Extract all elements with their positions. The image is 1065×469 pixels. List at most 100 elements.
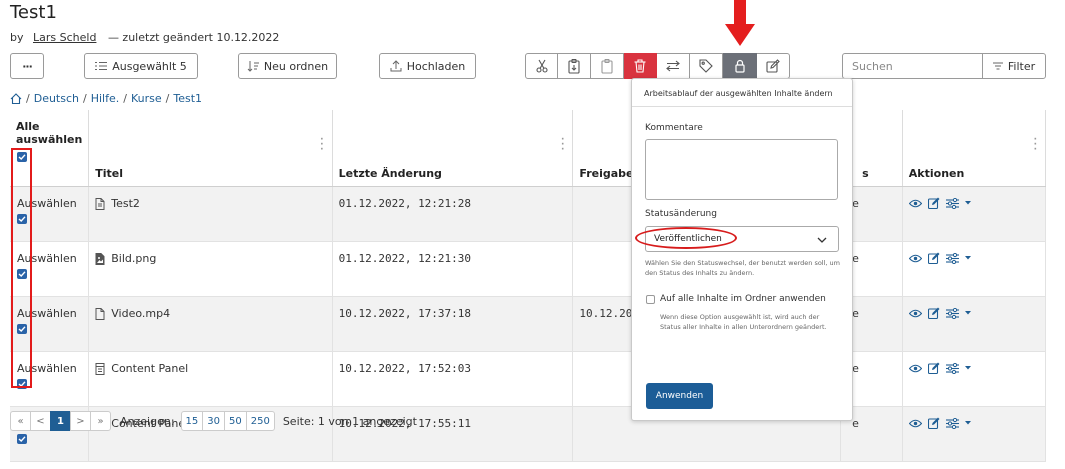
- item-title-link[interactable]: Content Panel: [111, 362, 188, 375]
- row-checkbox[interactable]: [17, 434, 27, 444]
- workflow-popup: Arbeitsablauf der ausgewählten Inhalte ä…: [631, 78, 853, 421]
- breadcrumb-item-deutsch[interactable]: Deutsch: [34, 92, 79, 105]
- page-size-30[interactable]: 30: [202, 411, 225, 431]
- caret-down-icon[interactable]: [964, 256, 971, 260]
- home-icon[interactable]: [10, 93, 22, 104]
- prev-page-button[interactable]: <: [30, 411, 51, 431]
- apply-all-checkbox[interactable]: [646, 295, 655, 304]
- settings-sliders-icon[interactable]: [945, 197, 959, 209]
- paste-button[interactable]: [591, 53, 624, 79]
- author-link[interactable]: Lars Scheld: [33, 31, 96, 44]
- workflow-state-button[interactable]: [723, 53, 757, 79]
- actions-cell: [902, 406, 1047, 462]
- caret-down-icon[interactable]: [964, 421, 971, 425]
- breadcrumb-separator: /: [26, 92, 30, 105]
- more-actions-button[interactable]: ···: [10, 53, 44, 79]
- comments-textarea[interactable]: [645, 139, 838, 200]
- caret-down-icon[interactable]: [964, 311, 971, 315]
- reorder-label: Neu ordnen: [263, 59, 329, 73]
- column-menu-icon[interactable]: · · ·: [320, 136, 323, 155]
- upload-button[interactable]: Hochladen: [379, 53, 476, 79]
- edit-icon[interactable]: [927, 197, 940, 209]
- first-page-button[interactable]: «: [10, 411, 31, 431]
- status-select[interactable]: Veröffentlichen: [645, 226, 839, 252]
- page-size-50[interactable]: 50: [224, 411, 247, 431]
- selected-items-button[interactable]: Ausgewählt 5: [84, 53, 198, 79]
- upload-label: Hochladen: [406, 59, 466, 73]
- page-size-15[interactable]: 15: [180, 411, 204, 431]
- edit-icon[interactable]: [927, 417, 940, 429]
- item-title-link[interactable]: Bild.png: [111, 252, 156, 265]
- rename-button[interactable]: [657, 53, 690, 79]
- table-row[interactable]: Auswählen Bild.png 01.12.2022, 12:21:30 e: [10, 241, 1047, 297]
- cut-button[interactable]: [525, 53, 558, 79]
- select-label: Auswählen: [17, 307, 77, 320]
- lock-icon: [734, 59, 745, 73]
- page-1-button[interactable]: 1: [50, 411, 71, 431]
- page-title: Test1: [10, 2, 57, 23]
- column-header-modified[interactable]: Letzte Änderung · · ·: [332, 110, 574, 187]
- select-all-checkbox[interactable]: [17, 152, 27, 162]
- settings-sliders-icon[interactable]: [945, 362, 959, 374]
- column-header-title[interactable]: Titel · · ·: [88, 110, 333, 187]
- apply-button[interactable]: Anwenden: [646, 383, 713, 409]
- popup-title: Arbeitsablauf der ausgewählten Inhalte ä…: [644, 89, 833, 98]
- actions-cell: [902, 241, 1047, 297]
- table-row[interactable]: Auswählen Test2 01.12.2022, 12:21:28 e: [10, 186, 1047, 242]
- breadcrumb-separator: /: [123, 92, 127, 105]
- column-header-actions: Aktionen · · ·: [902, 110, 1047, 187]
- breadcrumb-separator: /: [83, 92, 87, 105]
- column-menu-icon[interactable]: · · ·: [1034, 136, 1037, 155]
- eye-icon[interactable]: [908, 309, 922, 318]
- page-size-250[interactable]: 250: [245, 411, 275, 431]
- item-title-link[interactable]: Test2: [111, 197, 140, 210]
- edit-icon[interactable]: [927, 252, 940, 264]
- apply-all-help-text: Wenn diese Option ausgewählt ist, wird a…: [660, 313, 827, 331]
- edit-icon[interactable]: [927, 307, 940, 319]
- last-page-button[interactable]: »: [90, 411, 111, 431]
- properties-button[interactable]: [757, 53, 790, 79]
- row-checkbox[interactable]: [17, 379, 27, 389]
- eye-icon[interactable]: [908, 199, 922, 208]
- eye-icon[interactable]: [908, 364, 922, 373]
- breadcrumb-separator: /: [165, 92, 170, 105]
- image-icon: [95, 252, 105, 265]
- item-title-link[interactable]: Video.mp4: [111, 307, 170, 320]
- search-input[interactable]: Suchen: [842, 53, 983, 79]
- table-row[interactable]: Auswählen Content Panel 10.12.2022, 17:52:…: [10, 351, 1047, 407]
- select-all-header: Alle auswählen: [10, 110, 90, 187]
- caret-down-icon[interactable]: [964, 366, 971, 370]
- tags-button[interactable]: [690, 53, 723, 79]
- edit-icon[interactable]: [927, 362, 940, 374]
- row-checkbox[interactable]: [17, 324, 27, 334]
- actions-cell: [902, 186, 1047, 242]
- breadcrumb-item-kurse[interactable]: Kurse: [131, 92, 162, 105]
- status-select-value: Veröffentlichen: [654, 234, 722, 244]
- breadcrumb-item-test1[interactable]: Test1: [173, 92, 202, 105]
- check-icon: [18, 381, 26, 387]
- column-menu-icon[interactable]: · · ·: [561, 136, 564, 155]
- paste-icon: [601, 58, 613, 74]
- table-row[interactable]: Auswählen Video.mp4 10.12.2022, 17:37:18 10…: [10, 296, 1047, 352]
- filter-button[interactable]: Filter: [982, 53, 1046, 79]
- select-cell: Auswählen: [10, 186, 90, 242]
- modified-cell: 10.12.2022, 17:37:18: [332, 296, 574, 352]
- eye-icon[interactable]: [908, 254, 922, 263]
- next-page-button[interactable]: >: [70, 411, 91, 431]
- modified-date: 01.12.2022, 12:21:30: [338, 252, 472, 265]
- breadcrumb: / Deutsch / Hilfe. / Kurse / Test1: [10, 92, 202, 105]
- modified-date: 10.12.2022, 17:37:18: [338, 307, 472, 320]
- eye-icon[interactable]: [908, 419, 922, 428]
- caret-down-icon[interactable]: [964, 201, 971, 205]
- delete-button[interactable]: [624, 53, 657, 79]
- comments-label: Kommentare: [645, 123, 703, 133]
- settings-sliders-icon[interactable]: [945, 252, 959, 264]
- copy-button[interactable]: [558, 53, 591, 79]
- settings-sliders-icon[interactable]: [945, 307, 959, 319]
- settings-sliders-icon[interactable]: [945, 417, 959, 429]
- row-checkbox[interactable]: [17, 214, 27, 224]
- breadcrumb-item-hilfe[interactable]: Hilfe.: [91, 92, 120, 105]
- reorder-button[interactable]: Neu ordnen: [238, 53, 337, 79]
- check-icon: [18, 436, 26, 442]
- row-checkbox[interactable]: [17, 269, 27, 279]
